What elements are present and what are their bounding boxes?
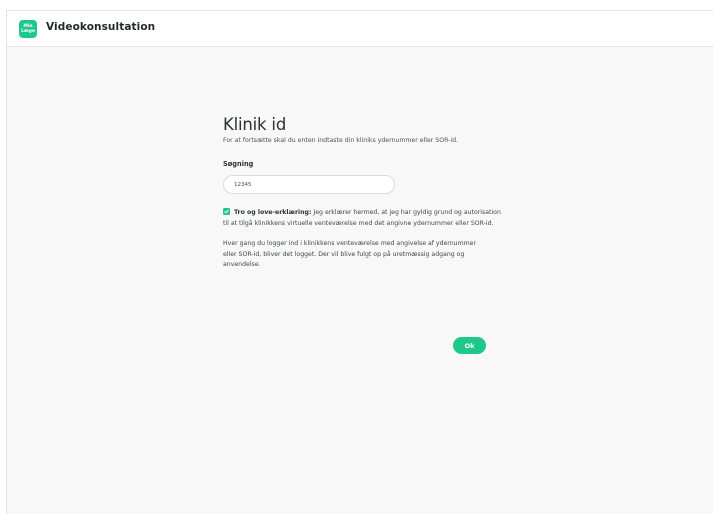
- clinic-id-form: Klinik id For at fortsætte skal du enten…: [223, 115, 503, 271]
- page-title: Klinik id: [223, 115, 287, 134]
- declaration-title: Tro og love-erklæring:: [234, 209, 312, 216]
- search-label: Søgning: [223, 160, 254, 168]
- declaration-checkbox[interactable]: [223, 208, 230, 215]
- logging-notice: Hver gang du logger ind i klinikkens ven…: [223, 240, 476, 268]
- search-input[interactable]: [223, 175, 395, 194]
- ok-button[interactable]: Ok: [453, 337, 486, 354]
- min-laege-logo[interactable]: Min Læge: [19, 20, 37, 38]
- top-bar: Min Læge Videokonsultation: [7, 11, 713, 47]
- checkmark-icon: [224, 209, 229, 214]
- app-frame: Min Læge Videokonsultation Klinik id For…: [6, 10, 713, 514]
- logo-line-2: Læge: [21, 29, 35, 34]
- app-title: Videokonsultation: [46, 21, 156, 33]
- declaration: Tro og love-erklæring: Jeg erklærer herm…: [223, 208, 503, 229]
- page-subtitle: For at fortsætte skal du enten indtaste …: [223, 137, 458, 144]
